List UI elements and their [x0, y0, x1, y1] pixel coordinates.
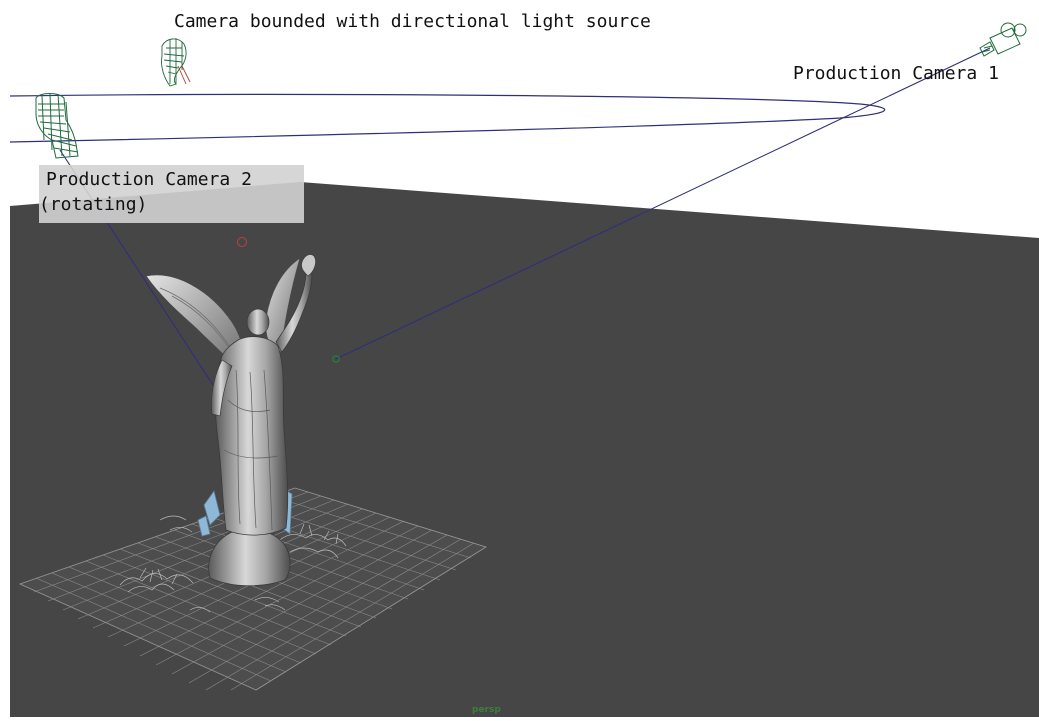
viewport-left-edge	[0, 206, 10, 717]
viewport-camera-name: persp	[472, 705, 501, 715]
maya-3d-viewport[interactable]: Camera bounded with directional light so…	[0, 0, 1039, 717]
camera2-annotation-line1: Production Camera 2	[46, 169, 252, 190]
directional-light-camera-icon[interactable]	[161, 38, 191, 87]
camera-path-curve[interactable]	[9, 93, 886, 143]
camera1-annotation: Production Camera 1	[793, 63, 999, 84]
production-camera-1-icon[interactable]	[979, 22, 1027, 57]
light-camera-annotation: Camera bounded with directional light so…	[174, 11, 651, 32]
viewport-canvas[interactable]	[0, 0, 1039, 717]
camera2-annotation-line2: (rotating)	[39, 194, 148, 215]
production-camera-2-icon[interactable]	[35, 93, 79, 159]
